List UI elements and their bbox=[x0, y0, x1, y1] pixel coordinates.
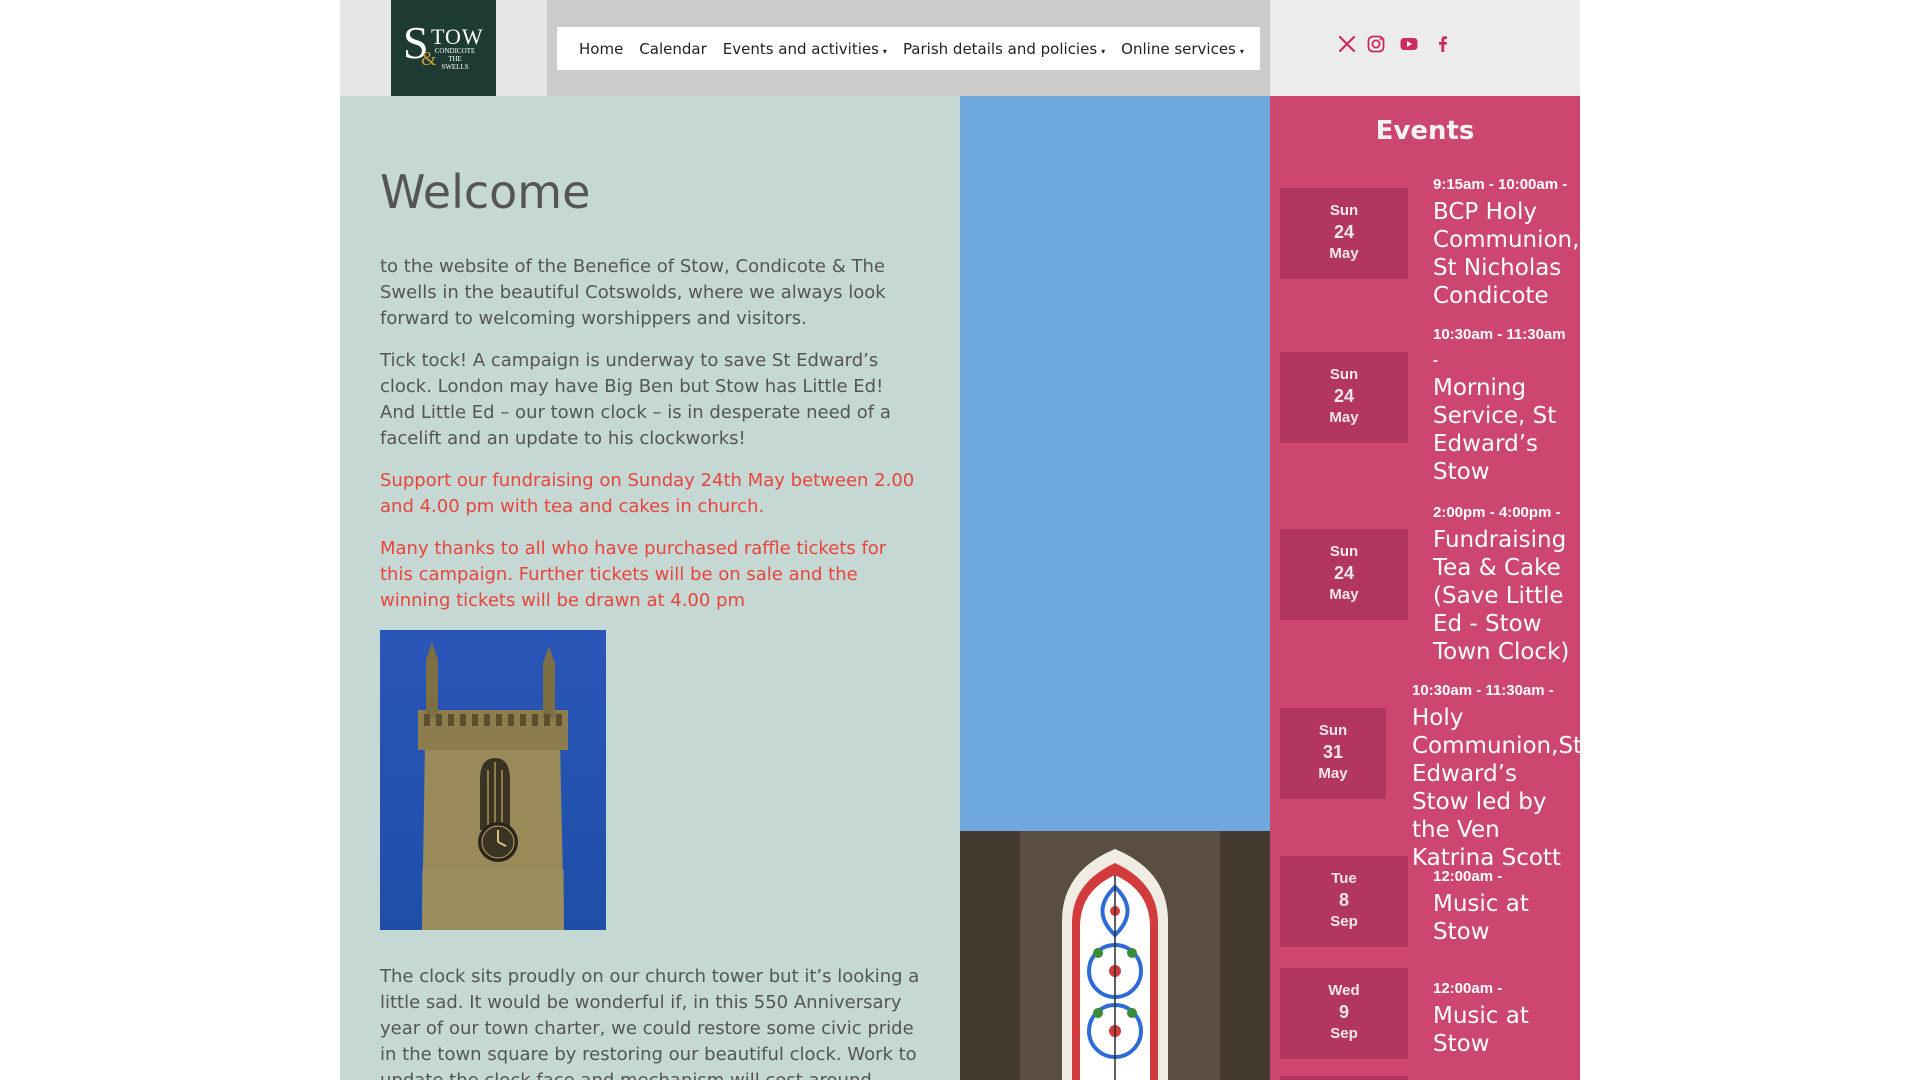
nav-label-home: Home bbox=[579, 39, 624, 58]
site-logo[interactable]: S TOW & CONDICOTE THE SWELLS bbox=[391, 0, 496, 96]
event-info: 12:00am - Music at Stow bbox=[1433, 864, 1580, 946]
event-day: 24 bbox=[1333, 563, 1355, 583]
event-month: May bbox=[1318, 765, 1348, 782]
clock-details-paragraph: The clock sits proudly on our church tow… bbox=[380, 966, 920, 1080]
event-date-badge-partial[interactable] bbox=[1280, 1076, 1408, 1080]
dropdown-caret-icon: ▾ bbox=[1239, 46, 1244, 56]
event-weekday: Tue bbox=[1331, 870, 1357, 887]
header-social-area bbox=[1270, 0, 1580, 96]
event-month: Sep bbox=[1330, 913, 1358, 930]
event-time: 9:15am - 10:00am - bbox=[1433, 176, 1568, 193]
nav-item-events-and-activities[interactable]: Events and activities ▾ bbox=[723, 40, 887, 58]
event-time: 10:30am - 11:30am - bbox=[1412, 682, 1554, 699]
site-wrapper: S TOW & CONDICOTE THE SWELLS Home Calend… bbox=[340, 0, 1580, 1080]
dropdown-caret-icon: ▾ bbox=[882, 46, 887, 56]
event-weekday: Sun bbox=[1329, 202, 1359, 219]
instagram-icon[interactable] bbox=[1366, 34, 1386, 54]
event-info: 12:00am - Music at Stow bbox=[1433, 976, 1580, 1058]
raffle-notice: Many thanks to all who have purchased ra… bbox=[380, 538, 887, 611]
event-date-badge[interactable]: Tue 8 Sep bbox=[1280, 856, 1408, 947]
intro-paragraph: to the website of the Benefice of Stow, … bbox=[380, 256, 886, 329]
facebook-icon[interactable] bbox=[1433, 34, 1453, 54]
church-tower-image bbox=[380, 630, 606, 930]
event-weekday: Sun bbox=[1329, 366, 1359, 383]
nav-item-parish-details[interactable]: Parish details and policies ▾ bbox=[903, 40, 1105, 58]
header-nav-area: Home Calendar Events and activities ▾ Par… bbox=[547, 0, 1270, 96]
event-time: 10:30am - 11:30am - bbox=[1433, 326, 1566, 369]
event-title-link[interactable]: Morning Service, St Edward’s Stow bbox=[1433, 374, 1573, 486]
event-weekday: Sun bbox=[1318, 722, 1348, 739]
logo-subtitle: CONDICOTE THE SWELLS bbox=[432, 47, 478, 71]
event-time: 12:00am - bbox=[1433, 868, 1503, 885]
nav-item-calendar[interactable]: Calendar bbox=[639, 40, 706, 58]
page-title: Welcome bbox=[380, 165, 591, 219]
main-navigation: Home Calendar Events and activities ▾ Par… bbox=[557, 27, 1260, 70]
welcome-content: Welcome to the website of the Benefice o… bbox=[340, 96, 960, 1080]
event-day: 8 bbox=[1338, 890, 1349, 910]
event-title-link[interactable]: Fundraising Tea & Cake (Save Little Ed -… bbox=[1433, 526, 1580, 666]
x-icon[interactable] bbox=[1337, 34, 1357, 54]
event-month: May bbox=[1329, 409, 1359, 426]
stained-glass-image bbox=[960, 831, 1270, 1080]
nav-label-calendar: Calendar bbox=[639, 39, 707, 58]
event-title-link[interactable]: Holy Communion,St Edward’s Stow led by t… bbox=[1412, 704, 1580, 872]
events-sidebar: Events Sun 24 May 9:15am - 10:00am - BCP… bbox=[1270, 96, 1580, 1080]
logo-line-the: THE bbox=[448, 55, 462, 63]
event-info: 10:30am - 11:30am - Holy Communion,St Ed… bbox=[1412, 678, 1580, 872]
event-info: 9:15am - 10:00am - BCP Holy Communion, S… bbox=[1433, 172, 1580, 310]
event-info: 2:00pm - 4:00pm - Fundraising Tea & Cake… bbox=[1433, 500, 1580, 666]
event-month: May bbox=[1329, 245, 1359, 262]
event-title-link[interactable]: BCP Holy Communion, St Nicholas Condicot… bbox=[1433, 198, 1580, 310]
event-month: Sep bbox=[1330, 1025, 1358, 1042]
logo-line-swells: SWELLS bbox=[441, 63, 469, 71]
event-date-badge[interactable]: Sun 24 May bbox=[1280, 188, 1408, 279]
event-day: 24 bbox=[1333, 386, 1355, 406]
event-date-badge[interactable]: Sun 24 May bbox=[1280, 352, 1408, 443]
event-time: 2:00pm - 4:00pm - bbox=[1433, 504, 1561, 521]
nav-label-online-services: Online services bbox=[1121, 39, 1236, 58]
event-month: May bbox=[1329, 586, 1359, 603]
logo-line-condicote: CONDICOTE bbox=[434, 47, 476, 55]
youtube-icon[interactable] bbox=[1399, 34, 1419, 54]
event-time: 12:00am - bbox=[1433, 980, 1503, 997]
event-day: 31 bbox=[1322, 742, 1344, 762]
fundraising-notice: Support our fundraising on Sunday 24th M… bbox=[380, 470, 915, 517]
nav-item-online-services[interactable]: Online services ▾ bbox=[1121, 40, 1244, 58]
nav-label-parish-details: Parish details and policies bbox=[902, 39, 1098, 58]
event-date-badge[interactable]: Sun 31 May bbox=[1280, 708, 1386, 799]
header-logo-area: S TOW & CONDICOTE THE SWELLS bbox=[340, 0, 547, 96]
event-day: 9 bbox=[1338, 1002, 1349, 1022]
blue-panel bbox=[960, 96, 1270, 831]
event-date-badge[interactable]: Wed 9 Sep bbox=[1280, 968, 1408, 1059]
events-heading: Events bbox=[1375, 116, 1475, 146]
event-title-link[interactable]: Music at Stow bbox=[1433, 890, 1580, 946]
event-weekday: Sun bbox=[1329, 543, 1359, 560]
event-info: 10:30am - 11:30am - Morning Service, St … bbox=[1433, 322, 1573, 486]
dropdown-caret-icon: ▾ bbox=[1101, 46, 1106, 56]
event-day: 24 bbox=[1333, 222, 1355, 242]
event-weekday: Wed bbox=[1328, 982, 1360, 999]
nav-item-home[interactable]: Home bbox=[579, 40, 623, 58]
logo-word: TOW bbox=[431, 24, 484, 49]
clock-campaign-paragraph: Tick tock! A campaign is underway to sav… bbox=[380, 350, 891, 449]
event-title-link[interactable]: Music at Stow bbox=[1433, 1002, 1580, 1058]
nav-label-events-and-activities: Events and activities bbox=[722, 39, 879, 58]
event-date-badge[interactable]: Sun 24 May bbox=[1280, 529, 1408, 620]
